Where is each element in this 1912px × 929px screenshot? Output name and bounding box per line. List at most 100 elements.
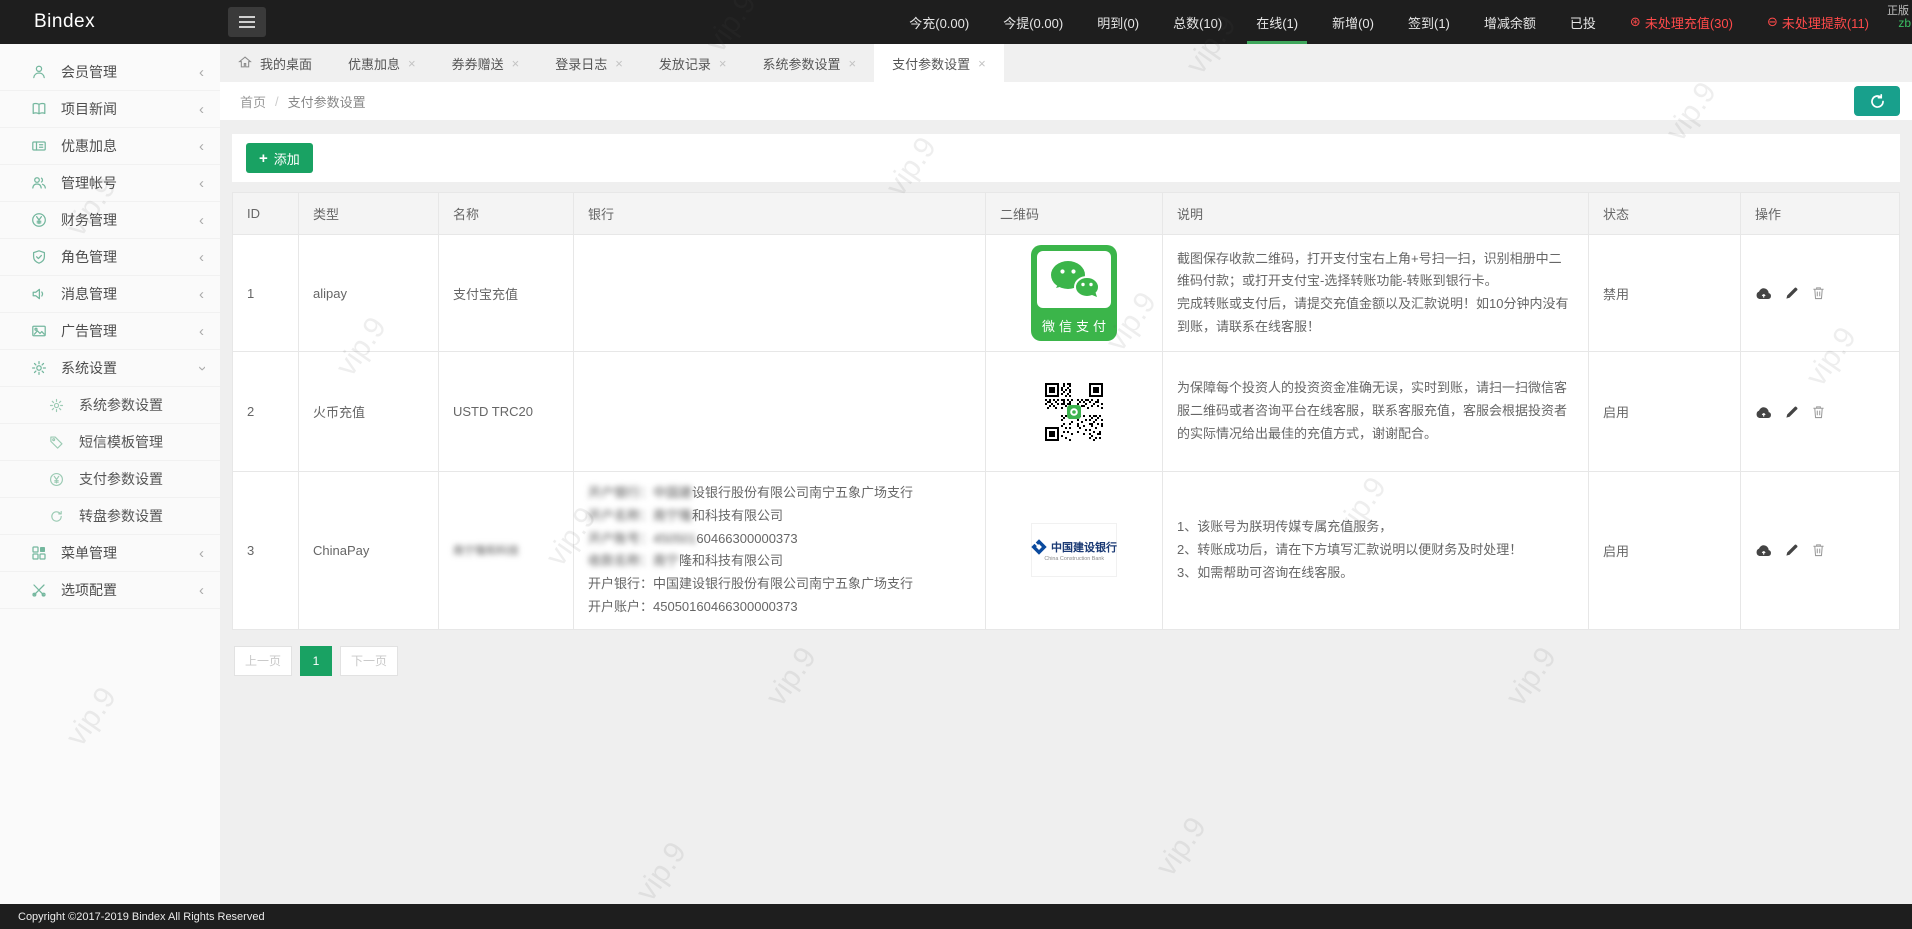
tools-icon [30, 582, 47, 599]
edit-icon[interactable] [1785, 405, 1799, 419]
sidebar-item-system-params[interactable]: 系统参数设置 [0, 387, 220, 424]
wechat-bubbles-icon [1051, 261, 1100, 298]
delete-icon[interactable] [1812, 543, 1825, 557]
close-icon[interactable]: × [615, 56, 623, 71]
qr-code-image [1045, 382, 1103, 441]
close-icon[interactable]: × [408, 56, 416, 71]
stat-new[interactable]: 新增(0) [1315, 0, 1391, 44]
breadcrumb: 首页 / 支付参数设置 [220, 82, 1912, 120]
stat-pending-deposits[interactable]: ⊛ 未处理充值(30) [1613, 0, 1750, 44]
cell-actions [1740, 351, 1900, 472]
cell-status: 禁用 [1588, 234, 1741, 352]
image-icon [30, 323, 47, 340]
gear-icon [30, 360, 47, 377]
cell-description: 截图保存收款二维码，打开支付宝右上角+号扫一扫，识别相册中二维码付款；或打开支付… [1162, 234, 1589, 352]
payment-params-table: ID 类型 名称 银行 二维码 说明 状态 操作 1 alipay 支付宝充值 … [232, 192, 1900, 630]
coupon-icon [30, 138, 47, 155]
sidebar-item-system-settings[interactable]: 系统设置 ‹ [0, 350, 220, 387]
pagination-page-1[interactable]: 1 [300, 645, 333, 676]
ccb-mark-icon [1031, 539, 1047, 555]
stat-pending-withdrawals[interactable]: ⊖ 未处理提款(11) [1750, 0, 1886, 44]
tab-login-log[interactable]: 登录日志 × [537, 44, 641, 82]
stat-invested[interactable]: 已投 [1553, 0, 1613, 44]
sidebar-item-messages[interactable]: 消息管理 ‹ [0, 276, 220, 313]
cloud-upload-icon[interactable] [1755, 405, 1772, 419]
sidebar: 会员管理 ‹ 项目新闻 ‹ 优惠加息 ‹ 管理帐号 ‹ 财务管理 ‹ 角色管理 ‹ 消息管理… [0, 44, 220, 904]
cell-id: 2 [232, 351, 299, 472]
sidebar-item-project-news[interactable]: 项目新闻 ‹ [0, 91, 220, 128]
cell-id: 1 [232, 234, 299, 352]
header-id: ID [232, 192, 299, 235]
sidebar-item-promo-interest[interactable]: 优惠加息 ‹ [0, 128, 220, 165]
chevron-left-icon: ‹ [199, 285, 204, 303]
pagination-prev-button[interactable]: 上一页 [234, 645, 293, 676]
close-icon[interactable]: × [978, 56, 986, 71]
stat-signin[interactable]: 签到(1) [1391, 0, 1467, 44]
stat-online[interactable]: 在线(1) [1239, 0, 1315, 44]
chevron-left-icon: ‹ [199, 100, 204, 118]
tag-icon [48, 434, 65, 451]
sidebar-item-payment-params[interactable]: 支付参数设置 [0, 461, 220, 498]
sidebar-item-option-config[interactable]: 选项配置 ‹ [0, 572, 220, 609]
top-navbar: Bindex 今充(0.00) 今提(0.00) 明到(0) 总数(10) 在线… [0, 0, 1912, 44]
cell-name: USTD TRC20 [438, 351, 574, 472]
chevron-left-icon: ‹ [199, 581, 204, 599]
close-icon[interactable]: × [848, 56, 856, 71]
cloud-upload-icon[interactable] [1755, 543, 1772, 557]
tab-issue-records[interactable]: 发放记录 × [641, 44, 745, 82]
table-row: 3 ChinaPay 南宁隆和科技 开户银行：中国建设银行股份有限公司南宁五象广… [232, 471, 1900, 630]
stat-due-tomorrow[interactable]: 明到(0) [1080, 0, 1156, 44]
breadcrumb-home-link[interactable]: 首页 [240, 92, 266, 111]
cell-id: 3 [232, 471, 299, 630]
brand-logo: Bindex [34, 11, 96, 32]
topbar-stats: 今充(0.00) 今提(0.00) 明到(0) 总数(10) 在线(1) 新增(… [892, 0, 1912, 44]
footer: Copyright ©2017-2019 Bindex All Rights R… [0, 904, 1912, 929]
tab-coupon-gift[interactable]: 券券赠送 × [434, 44, 538, 82]
sidebar-item-admin-accounts[interactable]: 管理帐号 ‹ [0, 165, 220, 202]
delete-icon[interactable] [1812, 286, 1825, 300]
sidebar-item-sms-templates[interactable]: 短信模板管理 [0, 424, 220, 461]
stat-today-withdraw[interactable]: 今提(0.00) [986, 0, 1080, 44]
chevron-down-icon: ‹ [193, 365, 210, 371]
tab-promo-interest[interactable]: 优惠加息 × [330, 44, 434, 82]
hamburger-icon [239, 16, 255, 18]
gear-icon [48, 397, 65, 414]
sidebar-item-roles[interactable]: 角色管理 ‹ [0, 239, 220, 276]
stat-total[interactable]: 总数(10) [1156, 0, 1239, 44]
close-icon[interactable]: × [719, 56, 727, 71]
tab-system-params[interactable]: 系统参数设置 × [744, 44, 874, 82]
yen-circle-icon [48, 471, 65, 488]
cell-actions [1740, 471, 1900, 630]
header-bank: 银行 [573, 192, 986, 235]
cell-qrcode: 微信支付 [985, 234, 1163, 352]
table-row: 1 alipay 支付宝充值 微信支付 截图保存收款二维码，打开支付宝右上角+号… [232, 234, 1900, 352]
copyright-text: Copyright ©2017-2019 Bindex All Rights R… [18, 910, 265, 923]
pagination-next-button[interactable]: 下一页 [340, 645, 399, 676]
tab-my-desktop[interactable]: 我的桌面 [220, 44, 330, 82]
sidebar-toggle-button[interactable] [228, 7, 266, 37]
cell-type: 火币充值 [298, 351, 439, 472]
sidebar-item-finance[interactable]: 财务管理 ‹ [0, 202, 220, 239]
stat-adjust-balance[interactable]: 增减余额 [1467, 0, 1553, 44]
add-button[interactable]: + 添加 [246, 143, 313, 173]
plus-icon: + [259, 149, 268, 167]
sidebar-item-wheel-params[interactable]: 转盘参数设置 [0, 498, 220, 535]
close-icon[interactable]: × [512, 56, 520, 71]
edit-icon[interactable] [1785, 543, 1799, 557]
breadcrumb-separator: / [275, 93, 279, 109]
chevron-left-icon: ‹ [199, 63, 204, 81]
tab-payment-params[interactable]: 支付参数设置 × [874, 44, 1004, 82]
delete-icon[interactable] [1812, 405, 1825, 419]
sidebar-item-members[interactable]: 会员管理 ‹ [0, 54, 220, 91]
corner-watermark-2: zb [1898, 16, 1911, 30]
table-toolbar: + 添加 [232, 134, 1900, 182]
refresh-icon [1869, 93, 1886, 110]
cell-name: 南宁隆和科技 [438, 471, 574, 630]
stat-today-deposit[interactable]: 今充(0.00) [892, 0, 986, 44]
cloud-upload-icon[interactable] [1755, 286, 1772, 300]
edit-icon[interactable] [1785, 286, 1799, 300]
sidebar-item-ads[interactable]: 广告管理 ‹ [0, 313, 220, 350]
sidebar-item-menu-management[interactable]: 菜单管理 ‹ [0, 535, 220, 572]
refresh-button[interactable] [1854, 86, 1900, 116]
pending-deposit-icon: ⊛ [1629, 14, 1641, 29]
